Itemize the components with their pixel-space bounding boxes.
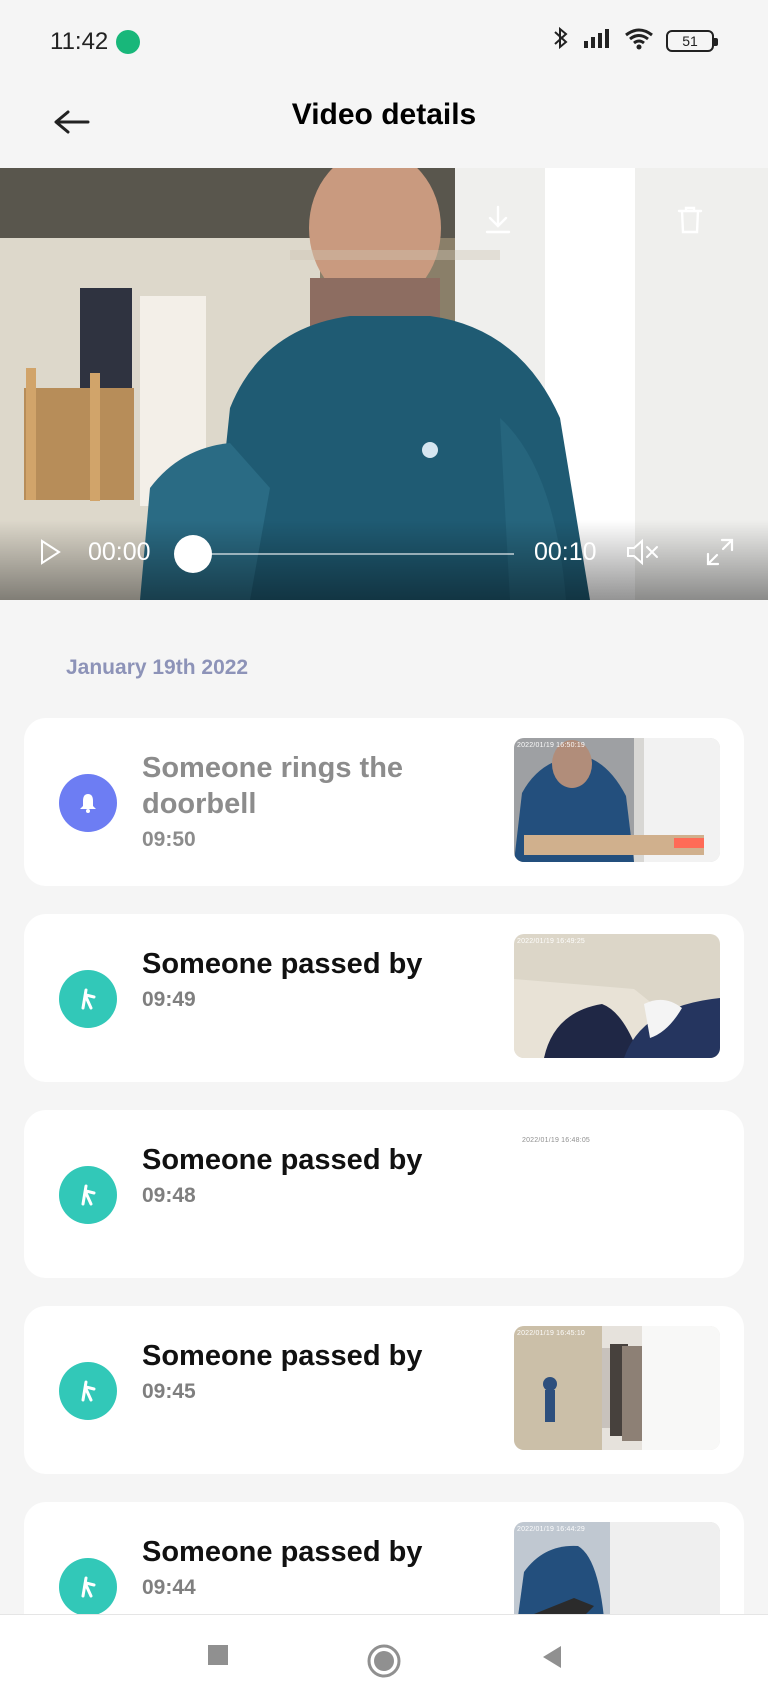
- event-title: Someone rings the doorbell: [142, 752, 404, 820]
- delete-button[interactable]: [668, 198, 712, 242]
- video-actions: [476, 198, 712, 242]
- event-title: Someone passed by: [142, 948, 423, 980]
- recents-icon: [208, 1645, 228, 1665]
- event-text: Someone rings the doorbell 09:50: [142, 750, 462, 852]
- date-heading: January 19th 2022: [66, 656, 249, 679]
- person-walking-icon: [59, 1166, 117, 1224]
- current-time: 00:00: [88, 538, 151, 566]
- navigation-bar: [0, 1614, 768, 1706]
- event-thumbnail[interactable]: 2022/01/19 16:45:10: [514, 1326, 720, 1450]
- event-text: Someone passed by 09:49: [142, 946, 462, 1012]
- fullscreen-button[interactable]: [700, 532, 740, 572]
- share-button[interactable]: [572, 198, 616, 242]
- person-walking-icon: [59, 1558, 117, 1616]
- event-time: 09:45: [142, 1380, 196, 1403]
- page-title: Video details: [291, 98, 477, 131]
- thumbnail-timestamp: 2022/01/19 16:50:19: [517, 742, 586, 749]
- event-title: Someone passed by: [142, 1536, 423, 1568]
- event-time: 09:44: [142, 1576, 196, 1599]
- event-time: 09:49: [142, 988, 196, 1011]
- status-icons: 51: [552, 26, 718, 55]
- play-icon: [41, 539, 61, 565]
- home-button[interactable]: [364, 1641, 404, 1681]
- home-icon: [367, 1644, 401, 1678]
- event-card[interactable]: Someone rings the doorbell 09:50 2022/01…: [24, 718, 744, 886]
- event-thumbnail[interactable]: 2022/01/19 16:49:25: [514, 934, 720, 1058]
- video-controls: 00:00 00:10: [0, 520, 768, 600]
- progress-track[interactable]: [194, 553, 514, 555]
- person-walking-icon: [59, 970, 117, 1028]
- play-button[interactable]: [34, 536, 66, 568]
- video-player[interactable]: 00:00 00:10: [0, 168, 768, 600]
- event-title: Someone passed by: [142, 1144, 423, 1176]
- event-text: Someone passed by 09:44: [142, 1534, 462, 1600]
- download-button[interactable]: [476, 198, 520, 242]
- status-bar: 11:42 51: [0, 0, 768, 84]
- event-card[interactable]: Someone passed by 09:48 2022/01/19 16:48…: [24, 1110, 744, 1278]
- event-card[interactable]: Someone passed by 09:49 2022/01/19 16:49…: [24, 914, 744, 1082]
- status-time: 11:42: [50, 28, 109, 55]
- download-icon: [485, 205, 511, 234]
- thumbnail-timestamp: 2022/01/19 16:49:25: [517, 938, 586, 945]
- bell-icon: [59, 774, 117, 832]
- total-time: 00:10: [534, 538, 597, 566]
- event-text: Someone passed by 09:48: [142, 1142, 462, 1208]
- bluetooth-icon: [552, 26, 570, 55]
- battery-icon: 51: [666, 29, 718, 52]
- event-title: Someone passed by: [142, 1340, 423, 1372]
- event-card[interactable]: Someone passed by 09:45 2022/01/19 16:45…: [24, 1306, 744, 1474]
- notification-badge-icon: [116, 30, 140, 54]
- wifi-icon: [624, 26, 654, 55]
- nav-back-icon: [543, 1646, 561, 1668]
- mute-button[interactable]: [622, 532, 662, 572]
- event-time: 09:48: [142, 1184, 196, 1207]
- fullscreen-icon: [706, 538, 734, 566]
- event-text: Someone passed by 09:45: [142, 1338, 462, 1404]
- share-icon: [583, 205, 605, 234]
- progress-thumb[interactable]: [174, 535, 212, 573]
- nav-back-button[interactable]: [535, 1641, 567, 1673]
- event-thumbnail[interactable]: 2022/01/19 16:50:19: [514, 738, 720, 862]
- thumbnail-timestamp: 2022/01/19 16:45:10: [517, 1330, 586, 1337]
- mute-icon: [627, 538, 658, 566]
- thumbnail-timestamp: 2022/01/19 16:48:05: [522, 1137, 591, 1144]
- event-time: 09:50: [142, 828, 196, 851]
- person-walking-icon: [59, 1362, 117, 1420]
- thumbnail-timestamp: 2022/01/19 16:44:29: [517, 1526, 586, 1533]
- signal-icon: [582, 26, 612, 55]
- delete-icon: [677, 206, 703, 234]
- app-header: Video details: [0, 84, 768, 168]
- recents-button[interactable]: [204, 1641, 232, 1669]
- event-thumbnail[interactable]: 2022/01/19 16:48:05: [514, 1130, 720, 1254]
